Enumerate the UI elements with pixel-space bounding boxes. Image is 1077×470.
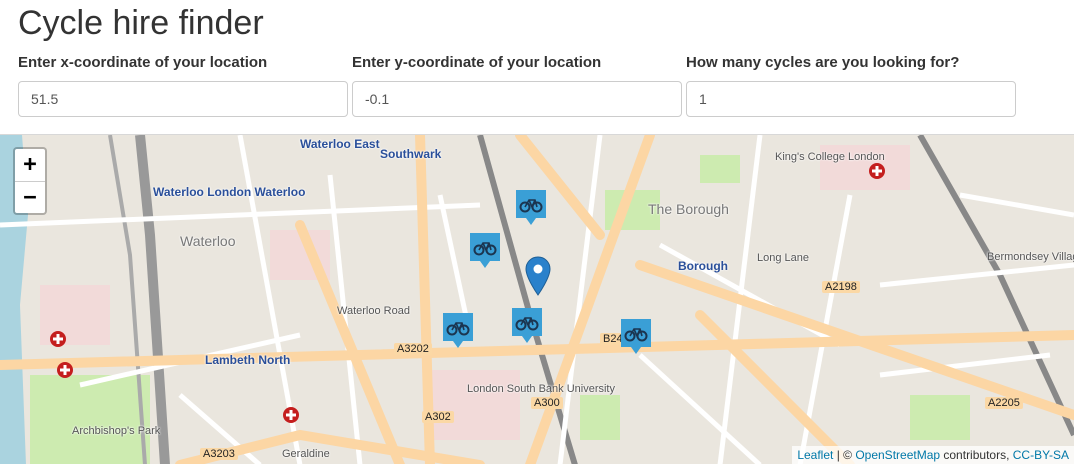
a3202-label: A3202	[394, 343, 432, 355]
y-coordinate-input[interactable]	[352, 81, 682, 117]
london-south-bank-label: London South Bank University	[467, 383, 615, 395]
a2198-label: A2198	[822, 281, 860, 293]
attribution-separator: | ©	[833, 448, 856, 462]
y-coordinate-field: Enter y-coordinate of your location	[352, 54, 682, 117]
x-coordinate-input[interactable]	[18, 81, 348, 117]
waterloo-london-label: Waterloo London Waterloo	[153, 185, 306, 199]
a300-label: A300	[531, 397, 563, 409]
license-link[interactable]: CC-BY-SA	[1013, 448, 1069, 462]
bicycle-marker-icon[interactable]	[470, 233, 500, 269]
bicycle-marker-icon[interactable]	[516, 190, 546, 226]
page-title: Cycle hire finder	[18, 4, 264, 42]
bermondsey-label: Bermondsey Village	[987, 251, 1074, 263]
zoom-in-button[interactable]: +	[15, 149, 45, 181]
x-coordinate-field: Enter x-coordinate of your location	[18, 54, 348, 117]
a3203-label: A3203	[200, 448, 238, 460]
leaflet-link[interactable]: Leaflet	[797, 448, 833, 462]
cycle-count-label: How many cycles are you looking for?	[686, 54, 960, 71]
cycle-count-input[interactable]	[686, 81, 1016, 117]
y-coordinate-label: Enter y-coordinate of your location	[352, 54, 602, 71]
zoom-control: + −	[13, 147, 47, 215]
hospital-icon	[283, 407, 299, 423]
waterloo-east-label: Waterloo East	[300, 137, 380, 151]
zoom-out-button[interactable]: −	[15, 181, 45, 213]
the-borough-label: The Borough	[648, 201, 729, 217]
hospital-icon	[57, 362, 73, 378]
waterloo-road-label: Waterloo Road	[337, 305, 410, 317]
borough-station-label: Borough	[678, 259, 728, 273]
bicycle-marker-icon[interactable]	[443, 313, 473, 349]
x-coordinate-label: Enter x-coordinate of your location	[18, 54, 268, 71]
map[interactable]: Waterloo East Southwark Waterloo London …	[0, 134, 1074, 464]
openstreetmap-link[interactable]: OpenStreetMap	[855, 448, 940, 462]
cycle-count-field: How many cycles are you looking for?	[686, 54, 1016, 117]
bicycle-marker-icon[interactable]	[621, 319, 651, 355]
waterloo-label: Waterloo	[180, 233, 236, 249]
location-pin-icon[interactable]	[525, 256, 551, 296]
southwark-label: Southwark	[380, 147, 442, 161]
map-attribution: Leaflet | © OpenStreetMap contributors, …	[792, 446, 1074, 464]
a2205-label: A2205	[985, 397, 1023, 409]
attribution-contributors: contributors,	[940, 448, 1013, 462]
geraldine-label: Geraldine	[282, 448, 330, 460]
a302-label: A302	[422, 411, 454, 423]
lambeth-north-label: Lambeth North	[205, 353, 291, 367]
bicycle-marker-icon[interactable]	[512, 308, 542, 344]
long-lane-label: Long Lane	[757, 252, 809, 264]
archbishops-park-label: Archbishop's Park	[72, 425, 161, 437]
hospital-icon	[50, 331, 66, 347]
hospital-icon	[869, 163, 885, 179]
